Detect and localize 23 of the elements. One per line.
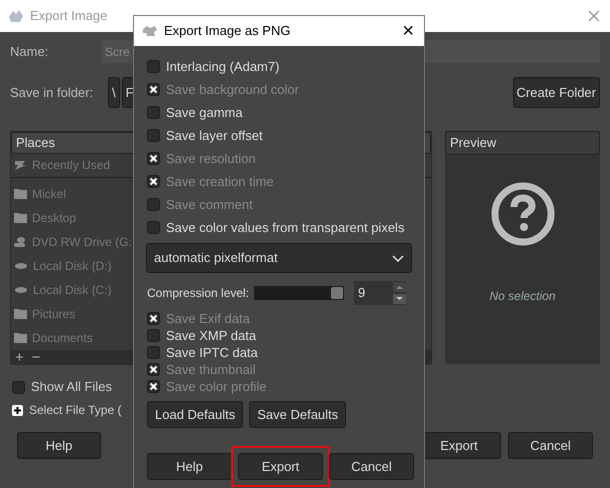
- option-label: Save color values from transparent pixels: [166, 218, 404, 237]
- compression-label: Compression level:: [147, 285, 250, 302]
- dialog-title: Export Image as PNG: [164, 22, 292, 40]
- preview-header: Preview: [445, 131, 600, 155]
- option-label: Save background color: [166, 80, 299, 99]
- option-label: Save color profile: [166, 378, 266, 396]
- option-label: Save comment: [166, 196, 253, 214]
- option-label: Save IPTC data: [166, 344, 258, 362]
- option-label: Save thumbnail: [166, 360, 256, 379]
- option-label: Save creation time: [166, 172, 274, 191]
- name-value: Scre: [105, 44, 130, 60]
- show-all-files-label: Show All Files: [31, 378, 112, 396]
- window-title: Export Image: [30, 7, 108, 26]
- option-label: Save Exif data: [166, 310, 250, 328]
- option-label: Interlacing (Adam7): [166, 58, 280, 76]
- folder-label: Save in folder:: [10, 84, 94, 102]
- file-type-label: Select File Type (: [29, 402, 122, 419]
- option-label: Save gamma: [166, 104, 243, 122]
- name-label: Name:: [10, 42, 50, 61]
- preview-message: No selection: [489, 288, 556, 305]
- option-label: Save XMP data: [166, 326, 256, 345]
- spin-value: 9: [357, 284, 366, 302]
- dropdown-value: automatic pixelformat: [154, 249, 279, 268]
